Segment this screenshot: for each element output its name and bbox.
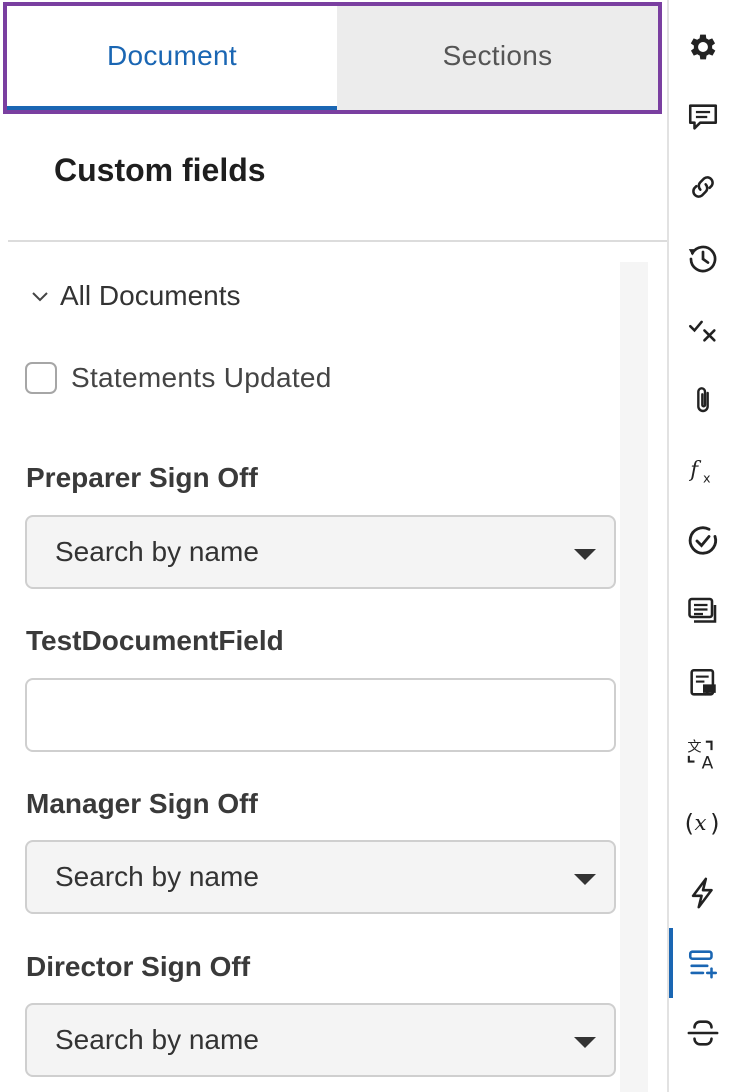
- test-document-field-input[interactable]: [25, 678, 616, 752]
- svg-text:A: A: [701, 754, 713, 770]
- svg-text:x: x: [694, 811, 706, 836]
- variable-icon[interactable]: (x): [669, 798, 736, 848]
- preparer-sign-off-select[interactable]: Search by name: [25, 515, 616, 589]
- translate-icon[interactable]: 文A: [669, 728, 736, 778]
- caret-down-icon: [574, 549, 596, 560]
- custom-fields-icon[interactable]: [669, 938, 736, 988]
- caret-down-icon: [574, 1037, 596, 1048]
- note-icon[interactable]: [669, 658, 736, 708]
- manager-select-placeholder: Search by name: [55, 861, 259, 892]
- history-icon[interactable]: [669, 234, 736, 284]
- svg-text:f: f: [688, 458, 702, 483]
- right-sidebar: fx 文A (x): [667, 0, 736, 1092]
- manager-sign-off-label: Manager Sign Off: [26, 788, 258, 819]
- svg-text:x: x: [703, 471, 711, 486]
- lightning-icon[interactable]: [669, 868, 736, 918]
- manager-sign-off-select[interactable]: Search by name: [25, 840, 616, 914]
- formula-icon[interactable]: fx: [669, 446, 736, 496]
- attachment-icon[interactable]: [669, 376, 736, 426]
- director-select-placeholder: Search by name: [55, 1024, 259, 1055]
- custom-fields-panel: Document Sections Custom fields All Docu…: [0, 0, 667, 1092]
- comment-icon[interactable]: [669, 92, 736, 142]
- scrollbar-track[interactable]: [620, 262, 648, 1092]
- panel-title: Custom fields: [54, 152, 266, 188]
- divider: [8, 240, 667, 242]
- settings-icon[interactable]: [669, 22, 736, 72]
- svg-text:文: 文: [687, 740, 701, 756]
- preparer-select-placeholder: Search by name: [55, 536, 259, 567]
- link-icon[interactable]: [669, 162, 736, 212]
- preparer-sign-off-label: Preparer Sign Off: [26, 462, 258, 493]
- statements-updated-checkbox[interactable]: [25, 362, 57, 394]
- svg-text:(: (: [684, 810, 693, 838]
- check-x-icon[interactable]: [669, 304, 736, 354]
- check-circle-icon[interactable]: [669, 516, 736, 566]
- tab-sections[interactable]: Sections: [337, 6, 658, 110]
- connect-icon[interactable]: [669, 1008, 736, 1058]
- panel-tabs: Document Sections: [3, 2, 662, 114]
- tab-document[interactable]: Document: [7, 6, 337, 110]
- caret-down-icon: [574, 874, 596, 885]
- chevron-down-icon: [32, 292, 48, 302]
- all-documents-group-toggle[interactable]: All Documents: [30, 280, 241, 312]
- statements-updated-label: Statements Updated: [71, 362, 332, 393]
- list-icon[interactable]: [669, 586, 736, 636]
- test-document-field-label: TestDocumentField: [26, 625, 284, 656]
- group-label: All Documents: [60, 280, 241, 311]
- svg-text:): ): [710, 810, 719, 838]
- director-sign-off-select[interactable]: Search by name: [25, 1003, 616, 1077]
- statements-updated-row: Statements Updated: [25, 362, 332, 394]
- director-sign-off-label: Director Sign Off: [26, 951, 251, 982]
